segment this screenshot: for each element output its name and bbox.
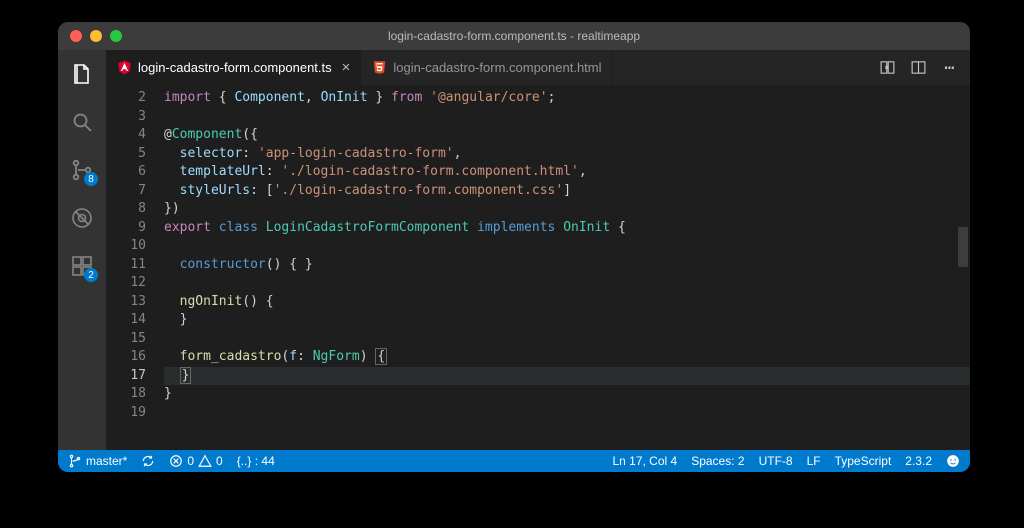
warning-count: 0 (216, 454, 223, 468)
status-bar: master* 0 0 {..} : 44 Ln 17, Col 4 Space… (58, 450, 970, 472)
extensions-badge: 2 (84, 268, 98, 282)
git-branch-item[interactable]: master* (68, 454, 127, 468)
extensions-icon[interactable]: 2 (68, 252, 96, 280)
compare-icon[interactable] (879, 59, 896, 76)
html5-icon (371, 60, 387, 76)
line-number-gutter: 2345678910111213141516171819 (106, 85, 164, 450)
language-item[interactable]: TypeScript (835, 454, 892, 468)
split-editor-icon[interactable] (910, 59, 927, 76)
tab-actions: ⋯ (867, 50, 970, 85)
symbols-label: {..} : 44 (237, 454, 275, 468)
vertical-scrollbar[interactable] (958, 87, 968, 450)
symbols-item[interactable]: {..} : 44 (237, 454, 275, 468)
code-area[interactable]: import { Component, OnInit } from '@angu… (164, 85, 970, 450)
encoding-item[interactable]: UTF-8 (759, 454, 793, 468)
tab-ts[interactable]: login-cadastro-form.component.ts × (106, 50, 361, 85)
eol-item[interactable]: LF (807, 454, 821, 468)
tab-bar: login-cadastro-form.component.ts × login… (106, 50, 970, 85)
tab-html[interactable]: login-cadastro-form.component.html (361, 50, 612, 85)
tab-label: login-cadastro-form.component.ts (138, 60, 332, 75)
cursor-position-item[interactable]: Ln 17, Col 4 (612, 454, 677, 468)
code-editor[interactable]: 2345678910111213141516171819 import { Co… (106, 85, 970, 450)
sync-item[interactable] (141, 454, 155, 468)
scm-badge: 8 (84, 172, 98, 186)
search-icon[interactable] (68, 108, 96, 136)
feedback-icon[interactable] (946, 454, 960, 468)
angular-icon (116, 60, 132, 76)
close-tab-icon[interactable]: × (342, 59, 351, 76)
git-branch-label: master* (86, 454, 127, 468)
activity-bar: 8 2 (58, 50, 106, 450)
window-body: 8 2 login-cadastro-form.component.ts × (58, 50, 970, 450)
debug-icon[interactable] (68, 204, 96, 232)
editor-group: login-cadastro-form.component.ts × login… (106, 50, 970, 450)
explorer-icon[interactable] (68, 60, 96, 88)
tab-label: login-cadastro-form.component.html (393, 60, 601, 75)
scrollbar-thumb[interactable] (958, 227, 968, 267)
version-item[interactable]: 2.3.2 (905, 454, 932, 468)
titlebar[interactable]: login-cadastro-form.component.ts - realt… (58, 22, 970, 50)
window-title: login-cadastro-form.component.ts - realt… (58, 29, 970, 43)
more-icon[interactable]: ⋯ (941, 59, 958, 76)
source-control-icon[interactable]: 8 (68, 156, 96, 184)
vscode-window: login-cadastro-form.component.ts - realt… (58, 22, 970, 472)
error-count: 0 (187, 454, 194, 468)
spaces-item[interactable]: Spaces: 2 (691, 454, 744, 468)
problems-item[interactable]: 0 0 (169, 454, 222, 468)
